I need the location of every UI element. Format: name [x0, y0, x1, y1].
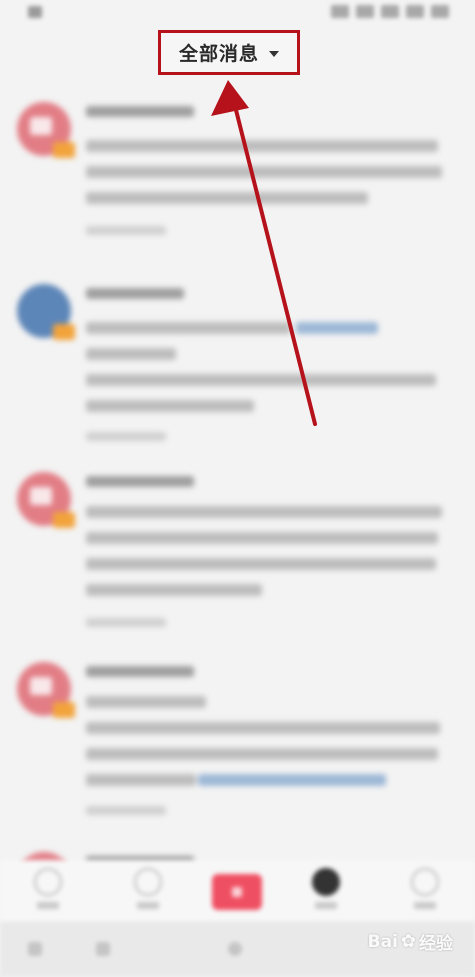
page-title: 全部消息	[178, 43, 259, 65]
watermark-suffix: 经验	[419, 934, 453, 954]
discover-icon	[134, 868, 162, 896]
battery-icon	[431, 5, 449, 18]
timestamp	[86, 618, 166, 627]
message-line	[86, 348, 176, 360]
message-filter-dropdown[interactable]: 全部消息	[158, 30, 300, 75]
list-item[interactable]	[0, 92, 475, 274]
sender-name	[86, 476, 194, 487]
message-line	[86, 558, 436, 570]
official-badge	[53, 324, 75, 340]
caret-down-icon	[269, 50, 279, 57]
signal-icon	[331, 5, 349, 18]
paw-icon: ✿	[400, 931, 416, 952]
message-line	[86, 722, 440, 734]
status-app-icon	[28, 6, 42, 18]
official-badge	[53, 142, 75, 158]
bottom-nav	[0, 860, 475, 922]
avatar[interactable]	[17, 472, 75, 528]
profile-icon	[411, 868, 439, 896]
message-line	[86, 400, 254, 412]
message-line	[86, 532, 438, 544]
list-item[interactable]	[0, 652, 475, 842]
nav-label	[37, 902, 59, 909]
status-icons	[331, 5, 449, 18]
message-line	[86, 140, 438, 152]
message-link[interactable]	[296, 322, 378, 334]
timestamp	[86, 226, 166, 235]
message-link[interactable]	[198, 774, 386, 786]
watermark-text: Bai	[367, 931, 398, 952]
timestamp	[86, 806, 166, 815]
avatar[interactable]	[17, 662, 75, 718]
nav-discover[interactable]	[128, 868, 168, 912]
message-line	[86, 322, 291, 334]
network-icon	[356, 5, 374, 18]
list-item[interactable]	[0, 462, 475, 652]
home-icon	[34, 868, 62, 896]
screen: 全部消息 Bai ✿ 经验	[0, 0, 475, 977]
nav-messages[interactable]	[306, 868, 346, 912]
status-bar	[0, 0, 475, 26]
recent-icon[interactable]	[96, 942, 110, 956]
message-line	[86, 696, 206, 708]
list-item[interactable]	[0, 274, 475, 462]
message-line	[86, 166, 442, 178]
timestamp	[86, 432, 166, 441]
home-button-icon[interactable]	[228, 942, 242, 956]
nav-label	[414, 902, 436, 909]
nav-home[interactable]	[28, 868, 68, 912]
official-badge	[53, 702, 75, 718]
wifi-icon	[381, 5, 399, 18]
megaphone-icon	[30, 487, 52, 505]
nav-label	[137, 902, 159, 909]
avatar[interactable]	[17, 284, 75, 340]
sender-name	[86, 106, 194, 117]
message-line	[86, 774, 196, 786]
megaphone-icon	[30, 117, 52, 135]
baidu-watermark: Bai ✿ 经验	[368, 929, 453, 954]
nav-label	[315, 902, 337, 909]
publish-button[interactable]	[212, 874, 262, 910]
sender-name	[86, 666, 194, 677]
message-line	[86, 374, 436, 386]
message-line	[86, 192, 368, 204]
back-icon[interactable]	[28, 942, 42, 956]
messages-icon	[312, 868, 340, 896]
official-badge	[53, 512, 75, 528]
sender-name	[86, 288, 184, 299]
message-list	[0, 92, 475, 906]
message-line	[86, 584, 262, 596]
avatar[interactable]	[17, 102, 75, 158]
message-line	[86, 748, 438, 760]
message-line	[86, 506, 442, 518]
nav-profile[interactable]	[405, 868, 445, 912]
alarm-icon	[406, 5, 424, 18]
megaphone-icon	[30, 677, 52, 695]
